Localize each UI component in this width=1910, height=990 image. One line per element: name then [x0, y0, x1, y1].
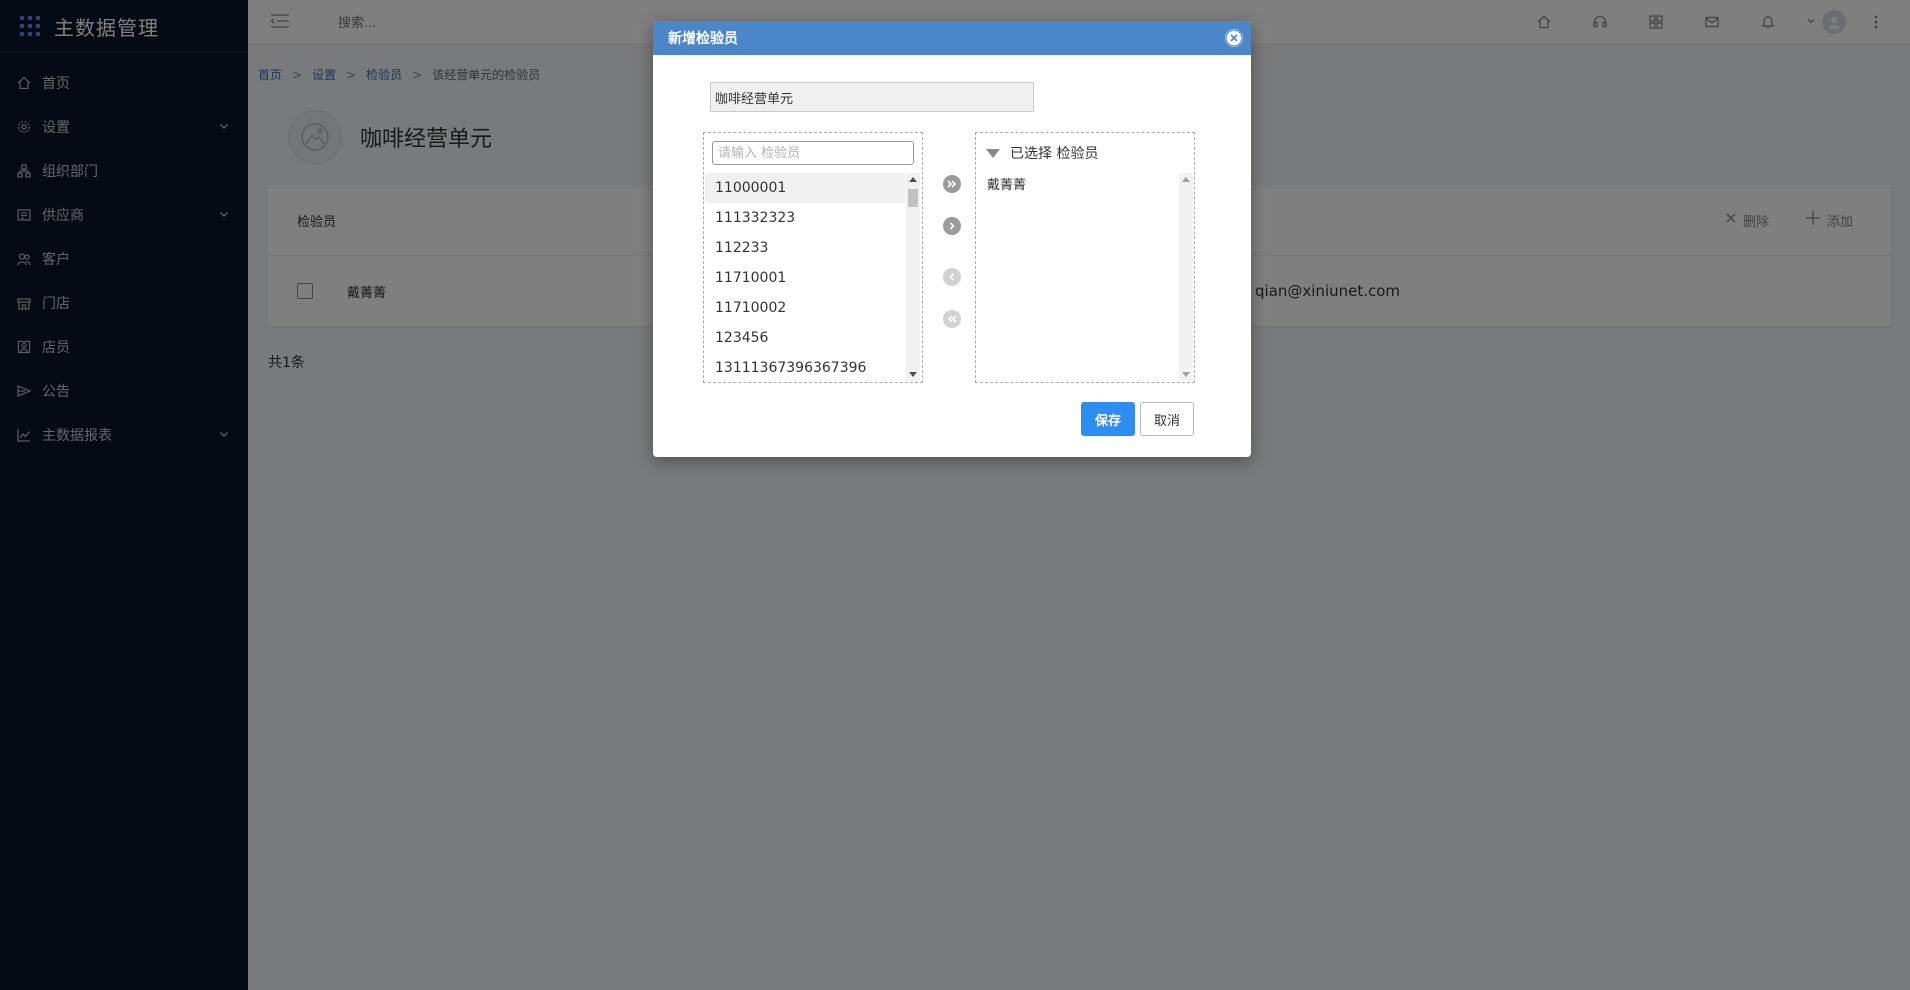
list-item[interactable]: 戴菁菁: [977, 173, 1177, 199]
save-button[interactable]: 保存: [1081, 402, 1135, 436]
scroll-up-icon[interactable]: [1182, 177, 1190, 182]
selected-list-scrollbar[interactable]: [1179, 173, 1193, 381]
dialog-header: 新增检验员: [653, 21, 1251, 55]
scrollbar-thumb[interactable]: [908, 189, 918, 207]
list-item[interactable]: 11000001: [705, 173, 905, 203]
collapse-triangle-icon: [986, 148, 1000, 158]
selected-header[interactable]: 已选择 检验员: [986, 143, 1098, 163]
selected-list: 戴菁菁: [977, 173, 1177, 199]
move-all-left-icon[interactable]: [943, 310, 961, 328]
list-item[interactable]: 111332323: [705, 203, 905, 233]
selected-list-box: 已选择 检验员 戴菁菁: [975, 132, 1195, 383]
move-all-right-icon[interactable]: [943, 175, 961, 193]
scroll-down-icon[interactable]: [1182, 372, 1190, 377]
move-right-icon[interactable]: [943, 217, 961, 235]
available-list-box: 11000001 111332323 112233 11710001 11710…: [703, 132, 923, 383]
list-item[interactable]: 11710002: [705, 293, 905, 323]
selected-header-label: 已选择 检验员: [1010, 146, 1099, 162]
list-item[interactable]: 123456: [705, 323, 905, 353]
close-icon[interactable]: [1225, 29, 1243, 47]
scroll-down-icon[interactable]: [909, 372, 917, 377]
cancel-button[interactable]: 取消: [1140, 402, 1194, 436]
add-inspector-dialog: 新增检验员 咖啡经营单元 11000001 111332323 112233 1…: [653, 21, 1251, 457]
scroll-up-icon[interactable]: [909, 177, 917, 182]
list-item[interactable]: 11710001: [705, 263, 905, 293]
business-unit-field[interactable]: 咖啡经营单元: [710, 82, 1034, 112]
dialog-title: 新增检验员: [668, 31, 738, 47]
available-list-scrollbar[interactable]: [906, 173, 920, 381]
list-item[interactable]: 112233: [705, 233, 905, 263]
inspector-filter-input[interactable]: [712, 141, 914, 165]
available-list: 11000001 111332323 112233 11710001 11710…: [705, 173, 905, 382]
move-left-icon[interactable]: [943, 268, 961, 286]
list-item[interactable]: 13111367396367396: [705, 353, 905, 382]
